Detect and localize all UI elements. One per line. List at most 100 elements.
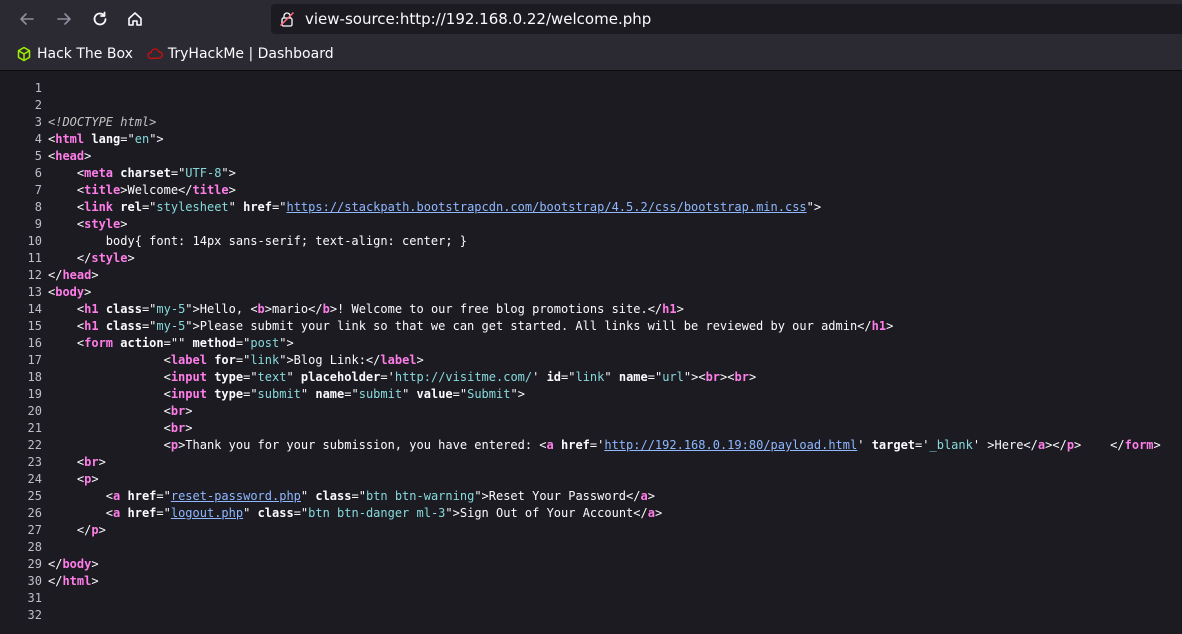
code-text: > xyxy=(228,183,236,197)
tag-name: link xyxy=(84,200,114,214)
tag-name: h1 xyxy=(662,302,677,316)
insecure-lock-icon[interactable] xyxy=(279,11,295,27)
attribute-value: btn btn-warning xyxy=(365,489,475,503)
tag-name: title xyxy=(192,183,229,197)
source-link[interactable]: https://stackpath.bootstrapcdn.com/boots… xyxy=(286,200,806,214)
source-code: <form action="" method="post"> xyxy=(48,335,294,352)
code-text: < xyxy=(48,438,171,452)
code-text: > xyxy=(91,472,99,486)
code-text: " xyxy=(228,200,244,214)
line-number: 9 xyxy=(34,217,42,231)
source-code: <meta charset="UTF-8"> xyxy=(48,165,236,182)
source-code: <br> xyxy=(48,420,193,437)
source-line: 3 <!DOCTYPE html> xyxy=(0,114,1182,131)
tag-name: br xyxy=(170,404,186,418)
attribute-name: href xyxy=(127,506,157,520)
attribute-name: method xyxy=(192,336,236,350)
bookmark-hack-the-box[interactable]: Hack The Box xyxy=(16,46,133,62)
attribute-value: Submit xyxy=(467,387,511,401)
code-text: " xyxy=(300,489,316,503)
source-line: 9 <style> xyxy=(0,216,1182,233)
code-text: >mario</ xyxy=(264,302,323,316)
attribute-name: charset xyxy=(120,166,171,180)
line-number: 28 xyxy=(27,540,42,554)
attribute-value: link xyxy=(575,370,605,384)
attribute-name: class xyxy=(105,302,142,316)
code-text: "> xyxy=(279,336,294,350)
code-text: =" xyxy=(344,387,359,401)
attribute-name: href xyxy=(127,489,157,503)
tag-name: br xyxy=(84,455,99,469)
tag-name: input xyxy=(170,370,207,384)
code-text: =" xyxy=(120,132,135,146)
source-code: <!DOCTYPE html> xyxy=(48,114,156,131)
source-code: <input type="text" placeholder='http://v… xyxy=(48,369,757,386)
code-text: >! Welcome to our free blog promotions s… xyxy=(329,302,663,316)
reload-button[interactable] xyxy=(88,7,112,31)
tag-name: form xyxy=(1124,438,1154,452)
attribute-value: post xyxy=(250,336,280,350)
source-line: 6 <meta charset="UTF-8"> xyxy=(0,165,1182,182)
attribute-value: stylesheet xyxy=(156,200,229,214)
attribute-value: http://visitme.com/ xyxy=(394,370,533,384)
code-text: =" xyxy=(272,200,287,214)
attribute-value: submit xyxy=(257,387,301,401)
code-text: > xyxy=(185,404,193,418)
source-line: 23 <br> xyxy=(0,454,1182,471)
source-link[interactable]: reset-password.php xyxy=(171,489,301,503)
attribute-value: en xyxy=(134,132,150,146)
bookmark-tryhackme[interactable]: TryHackMe | Dashboard xyxy=(147,46,334,62)
attribute-name: href xyxy=(243,200,273,214)
tag-name: a xyxy=(640,489,648,503)
code-text: </ xyxy=(48,251,92,265)
line-number: 5 xyxy=(34,149,42,163)
home-button[interactable] xyxy=(123,7,147,31)
attribute-name: class xyxy=(257,506,294,520)
tag-name: style xyxy=(84,217,121,231)
source-line: 14 <h1 class="my-5">Hello, <b>mario</b>!… xyxy=(0,301,1182,318)
tag-name: style xyxy=(91,251,128,265)
code-text: =" xyxy=(141,302,157,316)
code-text: < xyxy=(48,421,171,435)
code-text: =" xyxy=(647,370,663,384)
tag-name: body xyxy=(55,285,85,299)
code-text: > </ xyxy=(1074,438,1125,452)
tag-name: a xyxy=(546,438,554,452)
tag-name: br xyxy=(705,370,721,384)
code-text: > xyxy=(84,285,92,299)
forward-button[interactable] xyxy=(52,7,76,31)
line-number: 21 xyxy=(27,421,42,435)
url-input[interactable] xyxy=(305,10,1182,28)
tag-name: b xyxy=(257,302,265,316)
source-line: 31 xyxy=(0,590,1182,607)
code-text: > xyxy=(127,251,135,265)
line-number: 3 xyxy=(34,115,42,129)
source-link[interactable]: logout.php xyxy=(171,506,243,520)
attribute-name: class xyxy=(105,319,142,333)
source-code: </head> xyxy=(48,267,99,284)
code-text: " xyxy=(300,387,316,401)
tag-name: body xyxy=(62,557,92,571)
code-text: =' xyxy=(589,438,605,452)
code-text: ' >Here</ xyxy=(972,438,1038,452)
source-code: <input type="submit" name="submit" value… xyxy=(48,386,525,403)
attribute-name: action xyxy=(120,336,164,350)
source-link[interactable]: http://192.168.0.19:80/payload.html xyxy=(604,438,857,452)
line-number: 27 xyxy=(27,523,42,537)
code-text: < xyxy=(48,506,114,520)
source-line: 29 </body> xyxy=(0,556,1182,573)
source-code: </body> xyxy=(48,556,99,573)
code-text: =" xyxy=(141,200,157,214)
attribute-value: btn btn-danger ml-3 xyxy=(308,506,446,520)
source-code: <title>Welcome</title> xyxy=(48,182,236,199)
arrow-left-icon xyxy=(20,13,34,25)
back-button[interactable] xyxy=(15,7,39,31)
code-text: < xyxy=(48,217,85,231)
tag-name: h1 xyxy=(871,319,887,333)
source-line: 8 <link rel="stylesheet" href="https://s… xyxy=(0,199,1182,216)
code-text: < xyxy=(48,370,171,384)
address-bar[interactable] xyxy=(271,4,1182,34)
code-text: < xyxy=(48,387,171,401)
